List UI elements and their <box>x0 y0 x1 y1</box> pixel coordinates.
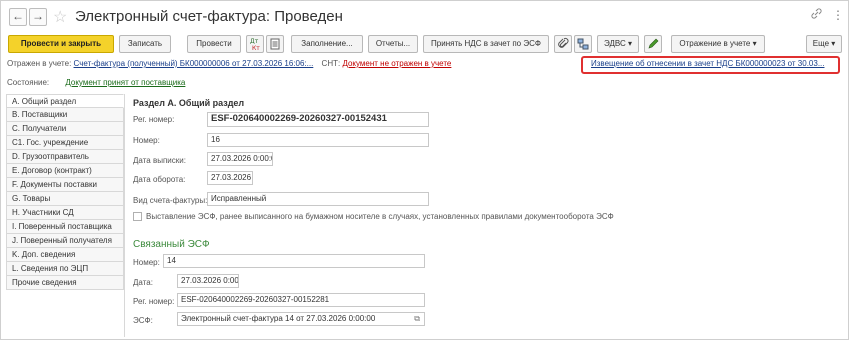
page-title: Электронный счет-фактура: Проведен <box>75 8 343 25</box>
sidebar-item-contract[interactable]: E. Договор (контракт) <box>6 164 124 178</box>
linked-esf-field[interactable]: Электронный счет-фактура 14 от 27.03.202… <box>177 312 425 326</box>
edvs-dropdown[interactable]: ЭДВС ▾ <box>597 35 639 53</box>
title-bar: ← → ☆ Электронный счет-фактура: Проведен… <box>1 1 848 31</box>
sidebar-item-gov-institution[interactable]: C1. Гос. учреждение <box>6 136 124 150</box>
turnover-date-field[interactable]: 27.03.2026 <box>207 171 253 185</box>
issue-date-field[interactable]: 27.03.2026 0:00:00 <box>207 152 273 166</box>
sidebar-item-goods[interactable]: G. Товары <box>6 192 124 206</box>
linked-esf-label: ЭСФ: <box>133 316 153 325</box>
linked-date-label: Дата: <box>133 278 153 287</box>
reflected-link[interactable]: Счет-фактура (полученный) БК000000006 от… <box>74 59 314 68</box>
number-label: Номер: <box>133 136 160 145</box>
reg-number-label: Рег. номер: <box>133 115 175 124</box>
sidebar-item-suppliers[interactable]: B. Поставщики <box>6 108 124 122</box>
forward-icon[interactable]: → <box>29 8 47 26</box>
issue-date-label: Дата выписки: <box>133 156 186 165</box>
structure-icon[interactable] <box>574 35 592 53</box>
section-title: Раздел A. Общий раздел <box>133 98 245 108</box>
accept-vat-button[interactable]: Принять НДС в зачет по ЭСФ <box>423 35 549 53</box>
post-button[interactable]: Провести <box>187 35 241 53</box>
reports-button[interactable]: Отчеты... <box>368 35 418 53</box>
svg-text:Дт: Дт <box>250 38 259 45</box>
linked-esf-title: Связанный ЭСФ <box>133 239 210 250</box>
more-button[interactable]: Еще ▾ <box>806 35 842 53</box>
state-label: Состояние: <box>7 78 50 87</box>
linked-esf-value: Электронный счет-фактура 14 от 27.03.202… <box>181 314 376 323</box>
linked-reg-label: Рег. номер: <box>133 297 175 306</box>
sidebar-item-supplier-agent[interactable]: I. Поверенный поставщика <box>6 220 124 234</box>
sidebar-item-other[interactable]: Прочие сведения <box>6 276 124 290</box>
invoice-kind-field[interactable]: Исправленный <box>207 192 429 206</box>
turnover-date-label: Дата оборота: <box>133 175 186 184</box>
sidebar-item-additional[interactable]: K. Доп. сведения <box>6 248 124 262</box>
section-sidebar: A. Общий раздел B. Поставщики C. Получат… <box>6 94 124 290</box>
number-field[interactable]: 16 <box>207 133 429 147</box>
linked-reg-field[interactable]: ESF-020640002269-20260327-00152281 <box>177 293 425 307</box>
sidebar-item-recipients[interactable]: C. Получатели <box>6 122 124 136</box>
edit-pencil-icon[interactable] <box>644 35 662 53</box>
svg-text:Кт: Кт <box>252 45 260 52</box>
sidebar-item-general[interactable]: A. Общий раздел <box>6 94 124 108</box>
reflected-label: Отражен в учете: <box>7 59 72 68</box>
more-icon[interactable]: ⋮ <box>832 8 844 22</box>
snt-label: СНТ: <box>321 59 341 68</box>
link-icon[interactable] <box>811 8 822 22</box>
section-a-panel: Раздел A. Общий раздел Рег. номер: ESF-0… <box>124 94 844 337</box>
star-icon[interactable]: ☆ <box>53 7 67 27</box>
open-icon[interactable]: ⧉ <box>414 313 420 325</box>
sidebar-item-delivery-docs[interactable]: F. Документы поставки <box>6 178 124 192</box>
fill-button[interactable]: Заполнение... <box>291 35 363 53</box>
sidebar-item-consignor[interactable]: D. Грузоотправитель <box>6 150 124 164</box>
save-button[interactable]: Записать <box>119 35 171 53</box>
paper-issue-label: Выставление ЭСФ, ранее выписанного на бу… <box>146 212 614 221</box>
paper-issue-checkbox[interactable] <box>133 212 142 221</box>
snt-link[interactable]: Документ не отражен в учете <box>342 59 451 68</box>
highlight-box <box>581 56 840 74</box>
reflect-dropdown[interactable]: Отражение в учете ▾ <box>671 35 765 53</box>
back-icon[interactable]: ← <box>9 8 27 26</box>
sidebar-item-signature[interactable]: L. Сведения по ЭЦП <box>6 262 124 276</box>
toolbar: Провести и закрыть Записать Провести Дт К… <box>1 35 848 55</box>
document-window: ← → ☆ Электронный счет-фактура: Проведен… <box>0 0 849 340</box>
reg-number-field[interactable]: ESF-020640002269-20260327-00152431 <box>207 112 429 127</box>
document-list-icon[interactable] <box>266 35 284 53</box>
sidebar-item-recipient-agent[interactable]: J. Поверенный получателя <box>6 234 124 248</box>
linked-date-field[interactable]: 27.03.2026 0:00 <box>177 274 239 288</box>
reflection-status: Отражен в учете: Счет-фактура (полученны… <box>7 59 451 71</box>
paperclip-icon[interactable] <box>554 35 572 53</box>
sidebar-item-participants[interactable]: H. Участники СД <box>6 206 124 220</box>
linked-number-field[interactable]: 14 <box>163 254 425 268</box>
invoice-kind-label: Вид счета-фактуры: <box>133 196 208 205</box>
post-and-close-button[interactable]: Провести и закрыть <box>8 35 114 53</box>
state-link[interactable]: Документ принят от поставщика <box>65 78 185 87</box>
state-status: Состояние: Документ принят от поставщика <box>7 78 185 90</box>
dt-kt-icon[interactable]: Дт Кт <box>246 35 264 53</box>
linked-number-label: Номер: <box>133 258 160 267</box>
